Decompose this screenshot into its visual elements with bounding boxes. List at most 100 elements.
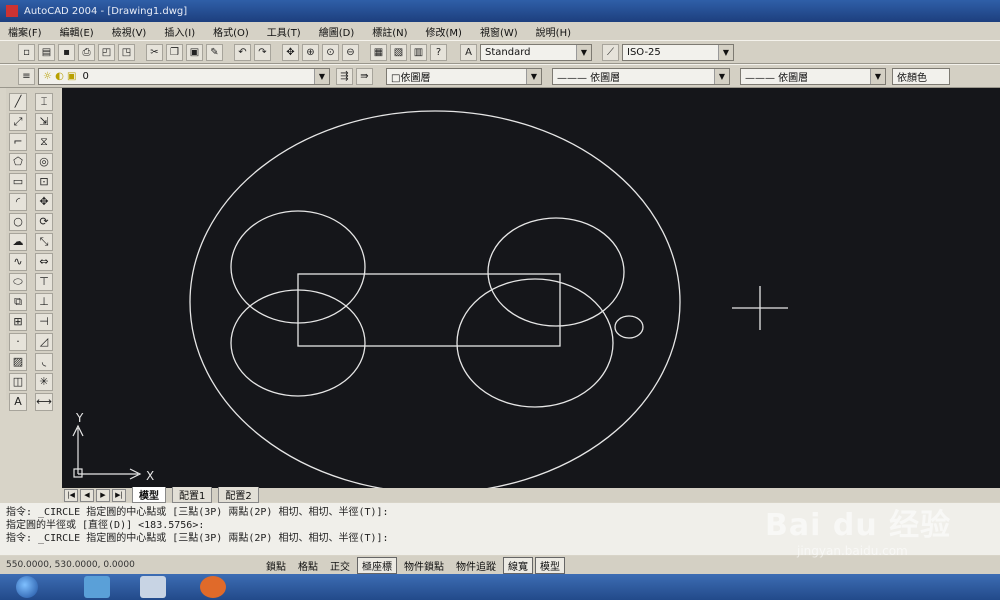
- ortho-toggle[interactable]: 正交: [325, 557, 355, 574]
- menu-draw[interactable]: 繪圖(D): [319, 24, 355, 39]
- array-icon[interactable]: ⊡: [35, 173, 53, 191]
- chamfer-icon[interactable]: ◿: [35, 333, 53, 351]
- erase-icon[interactable]: ⌶: [35, 93, 53, 111]
- color-select[interactable]: □依圖層 ▼: [386, 67, 542, 85]
- paste-icon[interactable]: ▣: [186, 43, 203, 61]
- grid-toggle[interactable]: 格點: [293, 557, 323, 574]
- menu-format[interactable]: 格式(O): [213, 24, 249, 39]
- polygon-icon[interactable]: ⬠: [9, 153, 27, 171]
- extend-icon[interactable]: ⊥: [35, 293, 53, 311]
- snap-toggle[interactable]: 鎖點: [261, 557, 291, 574]
- zoom-previous-icon[interactable]: ⊖: [342, 43, 359, 61]
- move-icon[interactable]: ✥: [35, 193, 53, 211]
- pan-icon[interactable]: ✥: [282, 43, 299, 61]
- match-properties-icon[interactable]: ✎: [206, 43, 223, 61]
- publish-icon[interactable]: ◳: [118, 43, 135, 61]
- undo-icon[interactable]: ↶: [234, 43, 251, 61]
- ellipse-icon[interactable]: ⬭: [9, 273, 27, 291]
- small-circle[interactable]: [614, 315, 644, 339]
- line-icon[interactable]: ╱: [9, 93, 27, 111]
- browser-taskbar-icon[interactable]: [200, 576, 226, 598]
- layer-select[interactable]: ☼ ◐ ▣ 0 ▼: [38, 67, 330, 85]
- point-icon[interactable]: ·: [9, 333, 27, 351]
- autocad-taskbar-icon[interactable]: [84, 576, 110, 598]
- drawing-canvas[interactable]: Y X: [62, 88, 1000, 488]
- offset-icon[interactable]: ◎: [35, 153, 53, 171]
- scale-icon[interactable]: ⤡: [35, 233, 53, 251]
- explorer-taskbar-icon[interactable]: [140, 576, 166, 598]
- linetype-select[interactable]: ——— 依圖層 ▼: [552, 67, 730, 85]
- dim-style-select[interactable]: ISO-25 ▼: [622, 43, 734, 61]
- mirror-icon[interactable]: ⧖: [35, 133, 53, 151]
- print-icon[interactable]: ⎙: [78, 43, 95, 61]
- osnap-toggle[interactable]: 物件鎖點: [399, 557, 449, 574]
- zoom-realtime-icon[interactable]: ⊕: [302, 43, 319, 61]
- next-tab-icon[interactable]: ▶: [96, 488, 110, 502]
- circle-upper-right[interactable]: [487, 217, 625, 327]
- menu-insert[interactable]: 插入(I): [164, 24, 195, 39]
- hatch-icon[interactable]: ▨: [9, 353, 27, 371]
- new-file-icon[interactable]: ▫: [18, 43, 35, 61]
- construction-line-icon[interactable]: ⤢: [9, 113, 27, 131]
- design-center-icon[interactable]: ▧: [390, 43, 407, 61]
- stretch-icon[interactable]: ⇔: [35, 253, 53, 271]
- insert-block-icon[interactable]: ⧉: [9, 293, 27, 311]
- fillet-icon[interactable]: ◟: [35, 353, 53, 371]
- region-icon[interactable]: ◫: [9, 373, 27, 391]
- start-button-icon[interactable]: [16, 576, 38, 598]
- menu-window[interactable]: 視窗(W): [480, 24, 518, 39]
- revision-cloud-icon[interactable]: ☁: [9, 233, 27, 251]
- explode-icon[interactable]: ✳: [35, 373, 53, 391]
- polar-toggle[interactable]: 極座標: [357, 556, 397, 574]
- help-icon[interactable]: ?: [430, 43, 447, 61]
- zoom-window-icon[interactable]: ⊙: [322, 43, 339, 61]
- tool-palettes-icon[interactable]: ▥: [410, 43, 427, 61]
- redo-icon[interactable]: ↷: [254, 43, 271, 61]
- lineweight-toggle[interactable]: 線寬: [503, 556, 533, 574]
- menu-dimension[interactable]: 標註(N): [372, 24, 407, 39]
- circle-icon[interactable]: ○: [9, 213, 27, 231]
- arc-icon[interactable]: ◜: [9, 193, 27, 211]
- multiline-text-icon[interactable]: A: [9, 393, 27, 411]
- dim-style-icon[interactable]: ⟋: [602, 43, 619, 61]
- tab-layout1[interactable]: 配置1: [172, 487, 213, 503]
- tab-model[interactable]: 模型: [132, 487, 166, 503]
- text-style-select[interactable]: Standard ▼: [480, 43, 592, 61]
- layer-previous-icon[interactable]: ⇛: [356, 67, 373, 85]
- last-tab-icon[interactable]: ▶|: [112, 488, 126, 502]
- menu-view[interactable]: 檢視(V): [112, 24, 147, 39]
- outer-ellipse[interactable]: [189, 110, 681, 488]
- open-file-icon[interactable]: ▤: [38, 43, 55, 61]
- properties-icon[interactable]: ▦: [370, 43, 387, 61]
- trim-icon[interactable]: ⊤: [35, 273, 53, 291]
- center-rectangle[interactable]: [297, 273, 561, 347]
- dimension-icon[interactable]: ⟷: [35, 393, 53, 411]
- circle-lower-right[interactable]: [456, 278, 614, 408]
- menu-tools[interactable]: 工具(T): [267, 24, 301, 39]
- menu-help[interactable]: 說明(H): [536, 24, 571, 39]
- save-icon[interactable]: ▪: [58, 43, 75, 61]
- polyline-icon[interactable]: ⌐: [9, 133, 27, 151]
- menu-modify[interactable]: 修改(M): [426, 24, 462, 39]
- otrack-toggle[interactable]: 物件追蹤: [451, 557, 501, 574]
- spline-icon[interactable]: ∿: [9, 253, 27, 271]
- make-current-layer-icon[interactable]: ⇶: [336, 67, 353, 85]
- layer-manager-icon[interactable]: ≡: [18, 67, 35, 85]
- copy-object-icon[interactable]: ⇲: [35, 113, 53, 131]
- menu-edit[interactable]: 編輯(E): [60, 24, 94, 39]
- rectangle-icon[interactable]: ▭: [9, 173, 27, 191]
- model-toggle[interactable]: 模型: [535, 556, 565, 574]
- plot-style-select[interactable]: 依顏色: [892, 67, 950, 85]
- copy-icon[interactable]: ❐: [166, 43, 183, 61]
- tab-layout2[interactable]: 配置2: [218, 487, 259, 503]
- make-block-icon[interactable]: ⊞: [9, 313, 27, 331]
- preview-icon[interactable]: ◰: [98, 43, 115, 61]
- text-style-icon[interactable]: A: [460, 43, 477, 61]
- first-tab-icon[interactable]: |◀: [64, 488, 78, 502]
- rotate-icon[interactable]: ⟳: [35, 213, 53, 231]
- lineweight-select[interactable]: ——— 依圖層 ▼: [740, 67, 886, 85]
- cut-icon[interactable]: ✂: [146, 43, 163, 61]
- break-icon[interactable]: ⊣: [35, 313, 53, 331]
- prev-tab-icon[interactable]: ◀: [80, 488, 94, 502]
- menu-file[interactable]: 檔案(F): [8, 24, 42, 39]
